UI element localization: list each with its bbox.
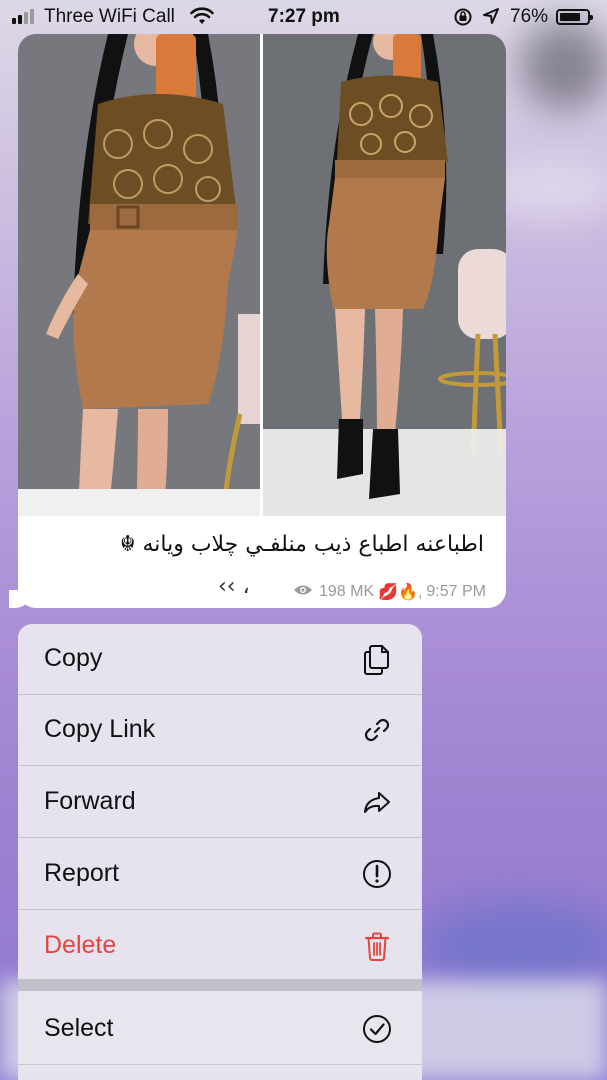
report-icon — [360, 857, 394, 891]
checkmark-circle-icon — [360, 1012, 394, 1046]
report-button[interactable]: Report — [18, 839, 422, 910]
status-time: 7:27 pm — [268, 6, 340, 27]
menu-item-label: Delete — [44, 931, 117, 959]
carrier-name: Three WiFi Call — [44, 6, 175, 27]
select-button[interactable]: Select — [18, 994, 422, 1065]
menu-item-label: Select — [44, 1014, 114, 1042]
menu-separator — [18, 979, 422, 991]
message-time: 9:57 PM — [426, 583, 486, 600]
menu-item-label: Copy — [44, 644, 103, 672]
message-caption: اطباعنه اطباع ذيب منلفـي چلاب ويانه ☬ — [119, 532, 484, 557]
forward-button[interactable]: Forward — [18, 767, 422, 838]
view-count: 198 MK — [318, 583, 375, 600]
wifi-icon — [190, 6, 214, 32]
photo-left[interactable] — [18, 34, 260, 516]
message-meta: 198 MK 💋🔥, 9:57 PM — [293, 582, 486, 602]
forward-icon — [360, 785, 394, 819]
signal-icon — [12, 9, 34, 24]
photo-right[interactable] — [263, 34, 506, 516]
copy-button[interactable]: Copy — [18, 624, 422, 695]
copy-icon — [360, 642, 394, 676]
rotation-lock-icon — [452, 6, 474, 34]
status-bar: Three WiFi Call 7:27 pm 76% — [0, 0, 607, 34]
message-emoji: 💋🔥, — [378, 584, 423, 601]
background-blur — [420, 900, 607, 990]
menu-item-label: Copy Link — [44, 715, 156, 743]
menu-item-label: Report — [44, 859, 120, 887]
link-icon — [360, 713, 394, 747]
eye-icon — [293, 583, 313, 602]
location-icon — [482, 7, 500, 31]
battery-percentage: 76% — [510, 6, 549, 27]
battery-icon — [556, 9, 593, 25]
context-menu: Copy Copy Link Forward Report Delete Sel… — [18, 624, 422, 1080]
delete-button[interactable]: Delete — [18, 911, 422, 982]
copy-link-button[interactable]: Copy Link — [18, 695, 422, 766]
menu-item-label: Forward — [44, 787, 136, 815]
reply-hook: ‹‹ ، — [218, 574, 250, 599]
message-bubble[interactable]: اطباعنه اطباع ذيب منلفـي چلاب ويانه ☬ ‹‹… — [18, 34, 506, 608]
trash-icon — [360, 929, 394, 963]
